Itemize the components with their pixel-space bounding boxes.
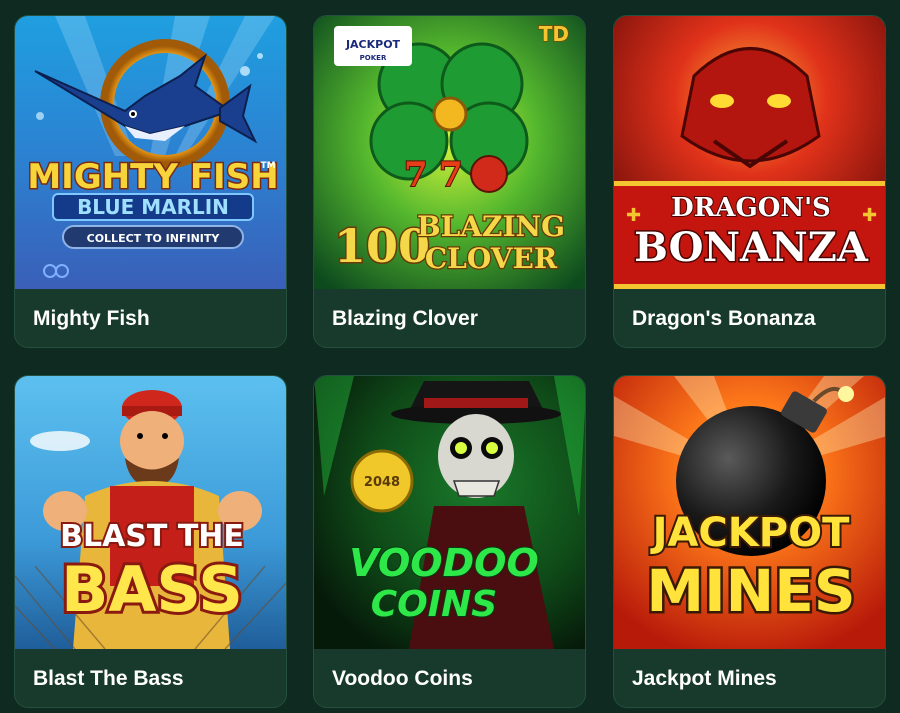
game-card-blast-the-bass[interactable]: BLAST THE BASS Blast The Bass — [14, 375, 287, 708]
td-badge: TD — [539, 22, 569, 46]
svg-text:CLOVER: CLOVER — [425, 242, 558, 275]
svg-text:MINES: MINES — [646, 557, 855, 625]
game-card-voodoo-coins[interactable]: 2048 VOODOO COINS Voodoo Coins — [313, 375, 586, 708]
game-title[interactable]: Jackpot Mines — [632, 659, 777, 699]
game-thumbnail-jackpot-mines[interactable]: JACKPOT MINES — [614, 376, 885, 649]
game-thumbnail-blazing-clover[interactable]: JACKPOT POKER TD 7 7 100 BLAZING CLOVER — [314, 16, 585, 289]
svg-text:✚: ✚ — [862, 205, 877, 225]
game-title[interactable]: Dragon's Bonanza — [632, 299, 816, 339]
game-card-blazing-clover[interactable]: JACKPOT POKER TD 7 7 100 BLAZING CLOVER … — [313, 15, 586, 348]
game-title[interactable]: Mighty Fish — [33, 299, 150, 339]
gold-coin: 2048 — [350, 449, 414, 513]
game-title[interactable]: Blazing Clover — [332, 299, 478, 339]
game-card-dragons-bonanza[interactable]: DRAGON'S BONANZA ✚ ✚ Dragon's Bonanza — [613, 15, 886, 348]
game-thumbnail-mighty-fish[interactable]: MIGHTY FISH TM BLUE MARLIN COLLECT TO IN… — [15, 16, 286, 289]
svg-text:JACKPOT: JACKPOT — [345, 38, 401, 51]
game-card-mighty-fish[interactable]: MIGHTY FISH TM BLUE MARLIN COLLECT TO IN… — [14, 15, 287, 348]
svg-text:BASS: BASS — [61, 553, 243, 626]
svg-text:BLAST THE: BLAST THE — [60, 519, 244, 554]
svg-text:2048: 2048 — [364, 475, 400, 490]
svg-text:BLAZING: BLAZING — [417, 210, 565, 243]
game-card-jackpot-mines[interactable]: JACKPOT MINES Jackpot Mines — [613, 375, 886, 708]
game-thumbnail-blast-the-bass[interactable]: BLAST THE BASS — [15, 376, 286, 649]
svg-text:POKER: POKER — [360, 54, 387, 62]
svg-text:7: 7 — [404, 155, 428, 195]
svg-text:COINS: COINS — [371, 584, 497, 625]
game-thumbnail-voodoo-coins[interactable]: 2048 VOODOO COINS — [314, 376, 585, 649]
svg-text:JACKPOT: JACKPOT — [650, 510, 851, 556]
game-title[interactable]: Blast The Bass — [33, 659, 184, 699]
svg-text:✚: ✚ — [626, 205, 641, 225]
mighty-fish-logo-line1: MIGHTY FISH — [27, 157, 278, 197]
blast-the-bass-logo: BLAST THE BASS — [58, 517, 246, 629]
svg-text:7: 7 — [439, 155, 463, 195]
svg-text:DRAGON'S: DRAGON'S — [671, 193, 831, 223]
svg-text:100: 100 — [334, 219, 430, 273]
game-grid: MIGHTY FISH TM BLUE MARLIN COLLECT TO IN… — [0, 0, 900, 713]
svg-text:VOODOO: VOODOO — [349, 541, 539, 585]
svg-text:TM: TM — [260, 161, 275, 171]
svg-text:BONANZA: BONANZA — [634, 224, 869, 271]
mighty-fish-logo-line3: COLLECT TO INFINITY — [87, 232, 221, 245]
jackpot-poker-badge: JACKPOT POKER — [334, 26, 412, 66]
mighty-fish-logo-line2: BLUE MARLIN — [77, 195, 229, 219]
game-title[interactable]: Voodoo Coins — [332, 659, 473, 699]
jackpot-mines-logo: JACKPOT MINES — [644, 508, 858, 628]
game-thumbnail-dragons-bonanza[interactable]: DRAGON'S BONANZA ✚ ✚ — [614, 16, 885, 289]
